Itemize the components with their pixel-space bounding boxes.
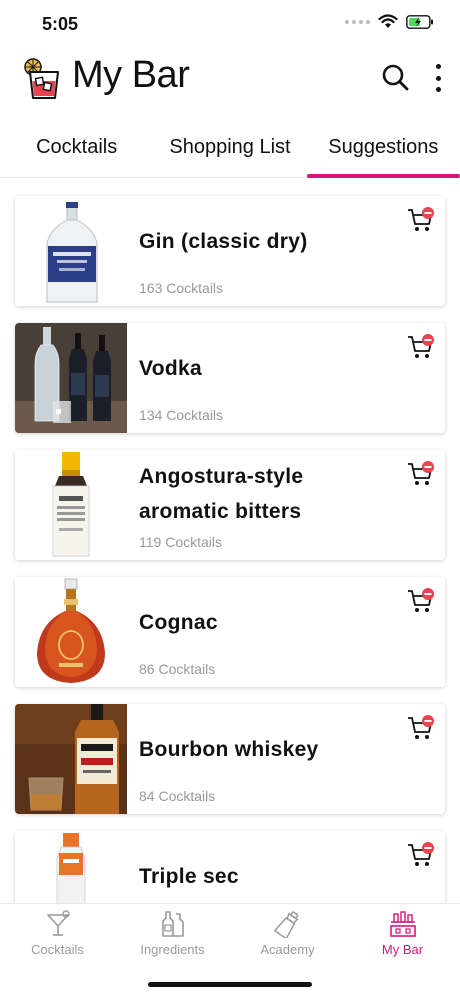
page-title: My Bar	[72, 54, 190, 96]
cocktail-count: 163 Cocktails	[139, 280, 224, 296]
search-icon[interactable]	[380, 62, 410, 92]
cocktail-count: 84 Cocktails	[139, 788, 216, 804]
ingredient-name: Angostura-style aromatic bitters	[139, 465, 304, 523]
tab-shopping-list[interactable]: Shopping List	[153, 118, 306, 177]
ingredient-name: Triple sec	[139, 865, 239, 888]
remove-from-cart-icon[interactable]	[407, 460, 435, 488]
bitters-bottle-image	[15, 450, 127, 560]
vodka-bottles-image	[15, 323, 127, 433]
nav-label: Ingredients	[140, 942, 205, 957]
ingredient-name: Bourbon whiskey	[139, 738, 319, 761]
header: My Bar	[0, 52, 460, 112]
more-options-icon[interactable]	[432, 62, 444, 94]
gin-bottle-image	[15, 196, 127, 306]
nav-label: Cocktails	[31, 942, 84, 957]
remove-from-cart-icon[interactable]	[407, 587, 435, 615]
nav-label: Academy	[260, 942, 315, 957]
tab-suggestions[interactable]: Suggestions	[306, 118, 460, 178]
shaker-icon	[274, 911, 299, 938]
bar-icon	[390, 911, 416, 937]
battery-icon	[406, 14, 433, 29]
status-bar: 5:05	[0, 0, 460, 50]
status-time: 5:05	[42, 14, 79, 34]
ingredient-list: Gin (classic dry) 163 Cocktails Vodka 13…	[15, 196, 445, 958]
remove-from-cart-icon[interactable]	[407, 841, 435, 869]
nav-cocktails[interactable]: Cocktails	[0, 904, 115, 974]
remove-from-cart-icon[interactable]	[407, 714, 435, 742]
cocktail-count: 119 Cocktails	[139, 534, 223, 550]
cocktail-glass-icon	[47, 910, 70, 936]
tab-bar: Cocktails Shopping List Suggestions	[0, 118, 460, 178]
ingredient-name: Vodka	[139, 357, 202, 380]
home-indicator	[148, 982, 312, 987]
list-item[interactable]: Bourbon whiskey 84 Cocktails	[15, 704, 445, 814]
nav-my-bar[interactable]: My Bar	[345, 904, 460, 974]
nav-academy[interactable]: Academy	[230, 904, 345, 974]
bottom-nav: Cocktails Ingredients Academy My Bar	[0, 903, 460, 996]
cocktail-count: 134 Cocktails	[139, 407, 224, 423]
bourbon-bottle-image	[15, 704, 127, 814]
status-icons	[345, 14, 434, 29]
nav-label: My Bar	[381, 942, 424, 957]
list-item[interactable]: Cognac 86 Cocktails	[15, 577, 445, 687]
list-item[interactable]: Vodka 134 Cocktails	[15, 323, 445, 433]
cocktail-count: 86 Cocktails	[139, 661, 216, 677]
remove-from-cart-icon[interactable]	[407, 333, 435, 361]
list-item[interactable]: Angostura-style aromatic bitters 119 Coc…	[15, 450, 445, 560]
list-item[interactable]: Gin (classic dry) 163 Cocktails	[15, 196, 445, 306]
ingredient-name: Cognac	[139, 611, 218, 634]
bottles-icon	[162, 911, 184, 937]
nav-ingredients[interactable]: Ingredients	[115, 904, 230, 974]
wifi-icon	[378, 14, 398, 28]
ingredient-name: Gin (classic dry)	[139, 230, 308, 253]
cocktail-logo-icon	[24, 58, 59, 99]
remove-from-cart-icon[interactable]	[407, 206, 435, 234]
tab-cocktails[interactable]: Cocktails	[0, 118, 153, 177]
cognac-bottle-image	[15, 577, 127, 687]
signal-icon	[345, 19, 370, 24]
